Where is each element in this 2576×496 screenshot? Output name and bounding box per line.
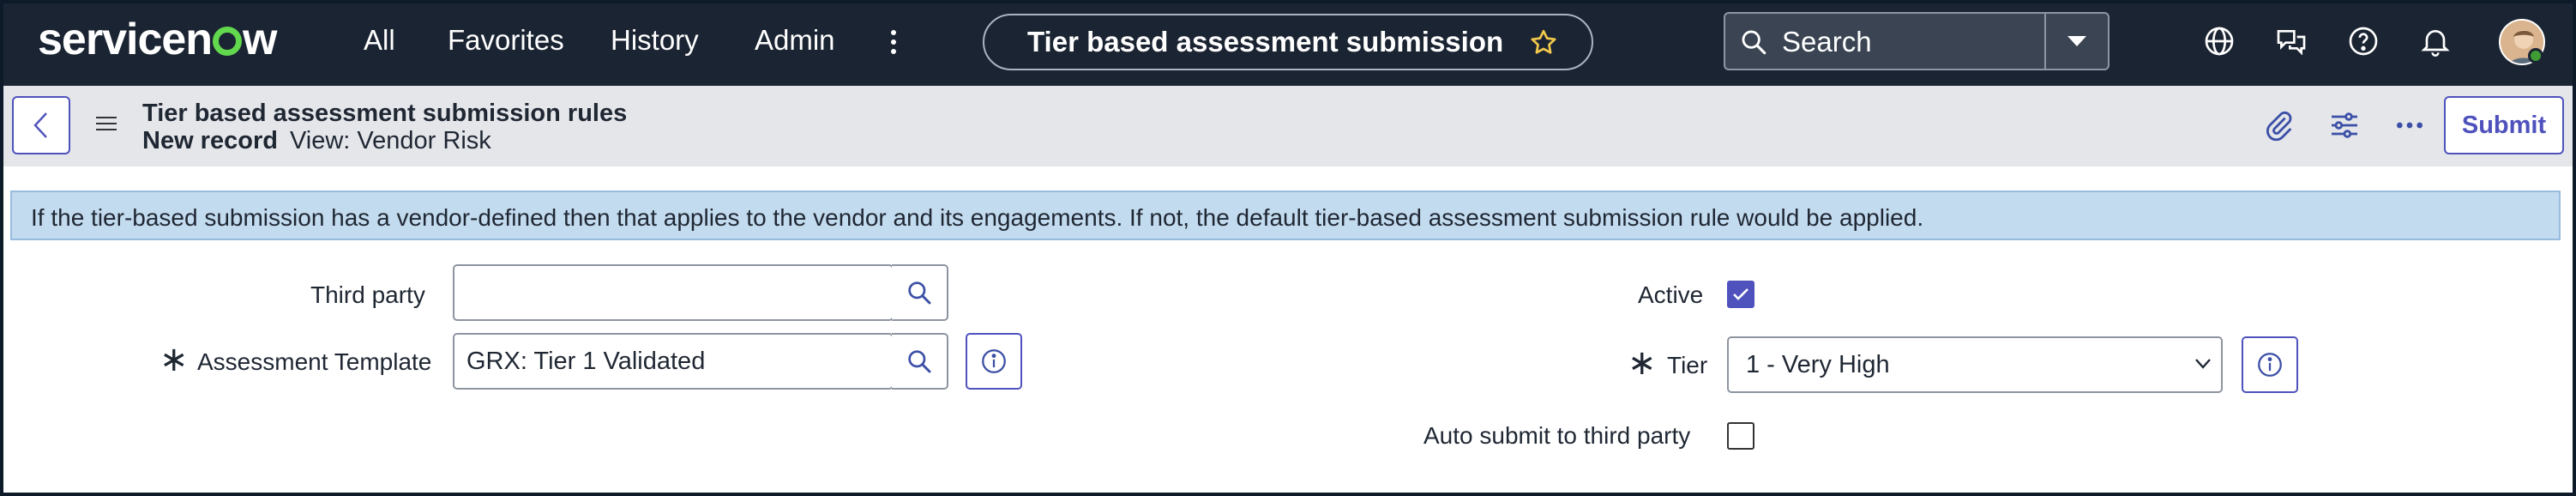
star-icon[interactable]: [1528, 27, 1559, 63]
back-button[interactable]: [12, 96, 70, 154]
required-indicator: ∗: [159, 341, 189, 378]
tier-info-button[interactable]: [2242, 336, 2298, 393]
active-checkbox[interactable]: [1727, 281, 1754, 308]
third-party-lookup-button[interactable]: [892, 264, 948, 321]
record-state: New record: [142, 127, 278, 154]
search-icon: [908, 350, 931, 373]
attachment-icon[interactable]: [2262, 108, 2296, 142]
globe-icon[interactable]: [2202, 24, 2236, 58]
assessment-template-label: Assessment Template: [197, 348, 432, 375]
tier-label: Tier: [1667, 352, 1708, 378]
record-title-pill[interactable]: Tier based assessment submission r…: [983, 14, 1593, 70]
search-icon: [1739, 27, 1768, 61]
view-label: View: Vendor Risk: [289, 127, 491, 154]
top-navigation: servicen w All Favorites History Admin Ti…: [0, 0, 2576, 86]
assessment-template-lookup-button[interactable]: [892, 333, 948, 390]
presence-status-dot: [2528, 48, 2543, 64]
search-scope-dropdown[interactable]: [2044, 14, 2108, 69]
search-input[interactable]: [1782, 24, 2039, 60]
submit-button[interactable]: Submit: [2444, 96, 2564, 154]
checkmark-icon: [1733, 288, 1748, 300]
bell-icon[interactable]: [2418, 24, 2453, 58]
nav-history[interactable]: History: [611, 24, 699, 57]
more-vertical-icon[interactable]: [876, 21, 911, 64]
auto-submit-checkbox[interactable]: [1727, 422, 1754, 450]
third-party-field[interactable]: [453, 264, 894, 321]
active-label: Active: [1638, 281, 1704, 308]
more-horizontal-icon[interactable]: [2392, 108, 2427, 142]
assessment-template-field[interactable]: [453, 333, 894, 390]
form-title: Tier based assessment submission rules: [142, 100, 628, 127]
required-indicator: ∗: [1628, 344, 1657, 382]
global-search: [1724, 12, 2110, 70]
auto-submit-label: Auto submit to third party: [1423, 422, 1691, 449]
nav-favorites[interactable]: Favorites: [448, 24, 564, 57]
chevron-left-icon: [33, 112, 47, 138]
settings-sliders-icon[interactable]: [2327, 108, 2362, 142]
nav-admin[interactable]: Admin: [755, 24, 835, 57]
assessment-template-info-button[interactable]: [966, 333, 1022, 390]
form-subtitle: New record View: Vendor Risk: [142, 127, 491, 155]
info-icon: [982, 349, 1006, 373]
form-header: Tier based assessment submission rules N…: [0, 86, 2576, 166]
third-party-label: Third party: [310, 281, 425, 308]
nav-all[interactable]: All: [364, 24, 395, 57]
chevron-down-icon: [2067, 36, 2086, 46]
menu-icon[interactable]: [96, 117, 117, 135]
info-banner: If the tier-based submission has a vendo…: [10, 191, 2561, 240]
info-icon: [2258, 353, 2282, 377]
record-title: Tier based assessment submission r…: [1027, 26, 1508, 57]
search-icon: [908, 281, 931, 305]
chat-icon[interactable]: [2274, 24, 2308, 58]
help-icon[interactable]: [2346, 24, 2380, 58]
servicenow-logo[interactable]: servicen w: [38, 14, 277, 65]
tier-select[interactable]: 1 - Very High: [1727, 336, 2223, 393]
